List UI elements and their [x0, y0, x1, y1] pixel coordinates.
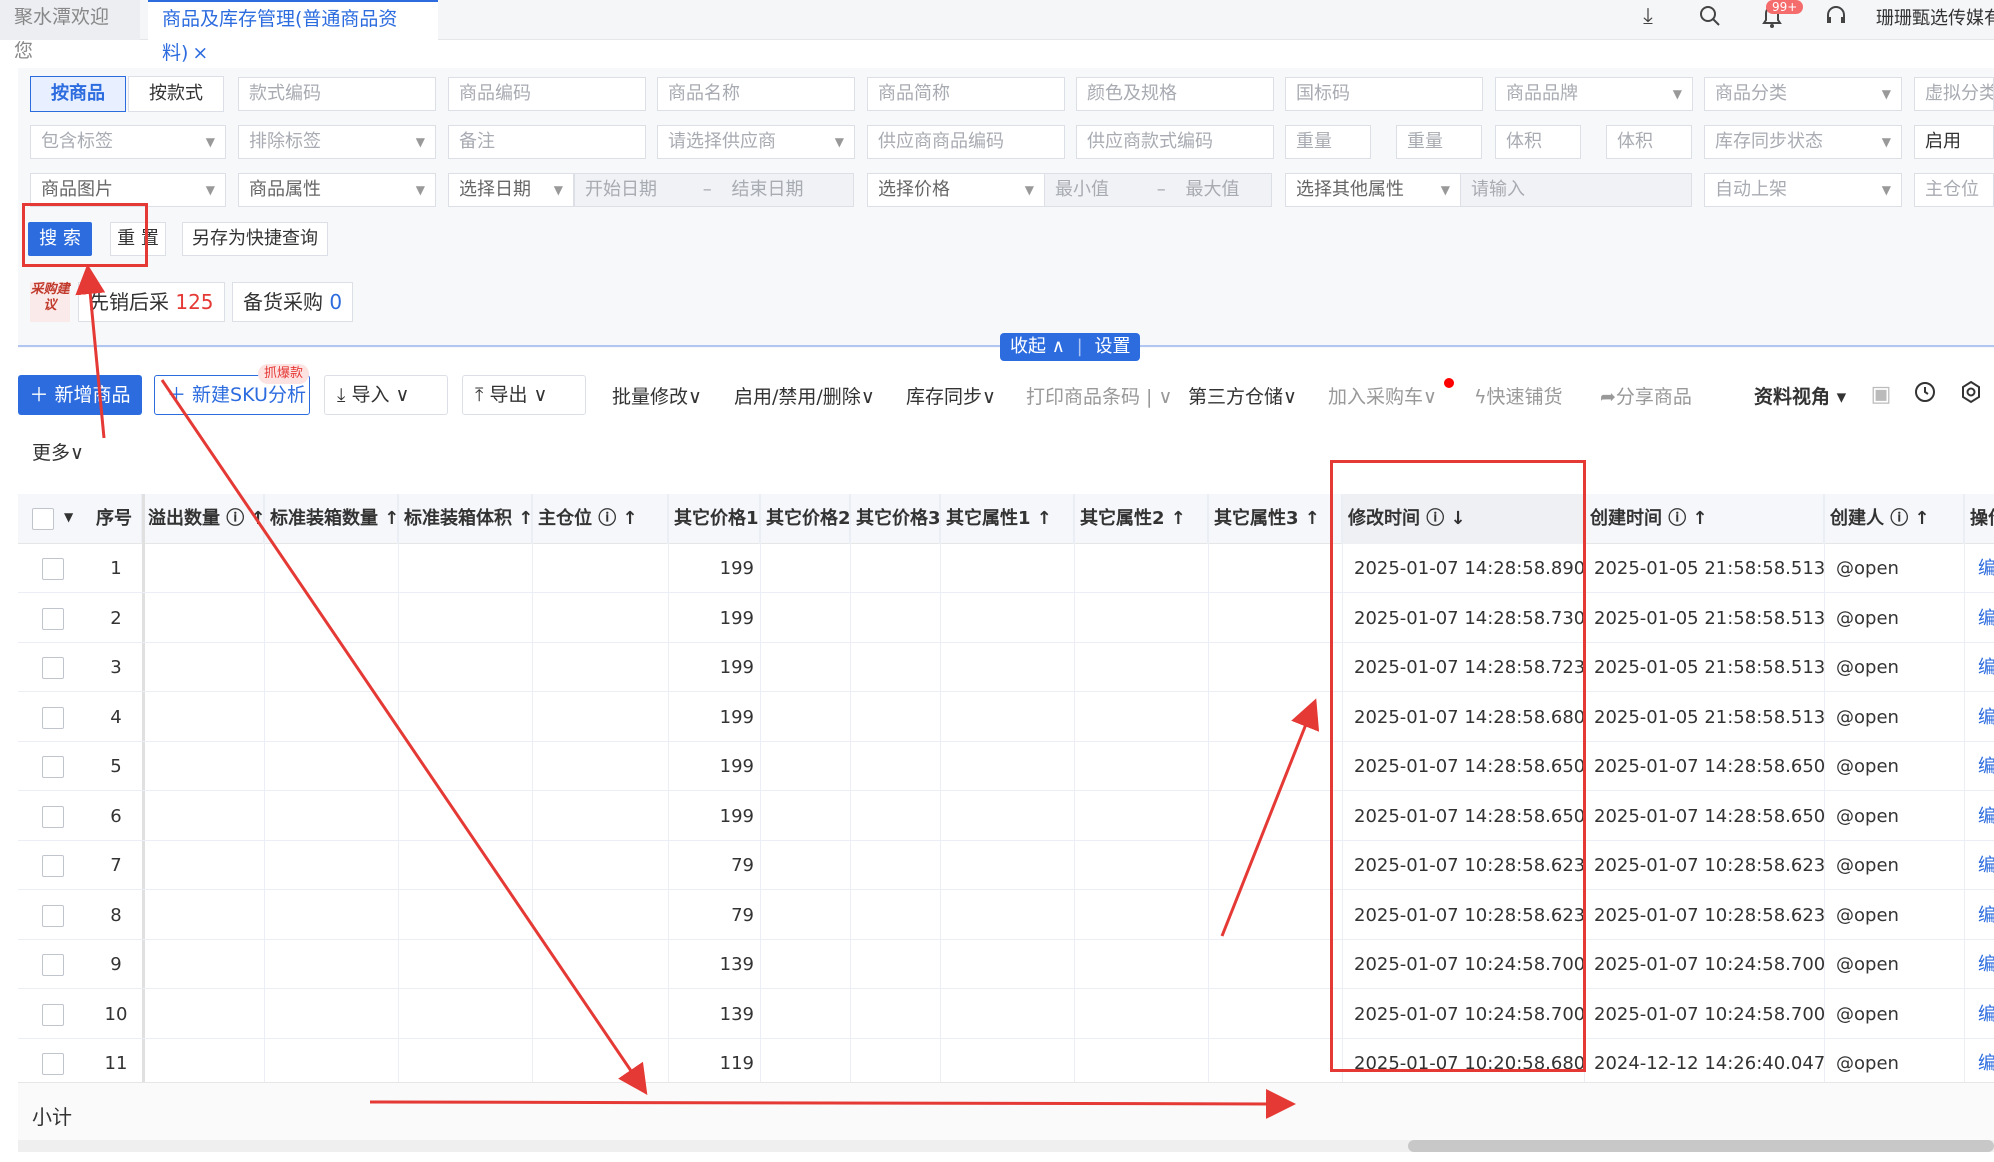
arrow-to-modified-time — [1220, 698, 1320, 937]
arrow-horizontal — [369, 1088, 1296, 1119]
arrow-to-search — [75, 264, 106, 439]
annotation-arrows — [75, 264, 1320, 1119]
arrow-diagonal — [160, 379, 648, 1095]
